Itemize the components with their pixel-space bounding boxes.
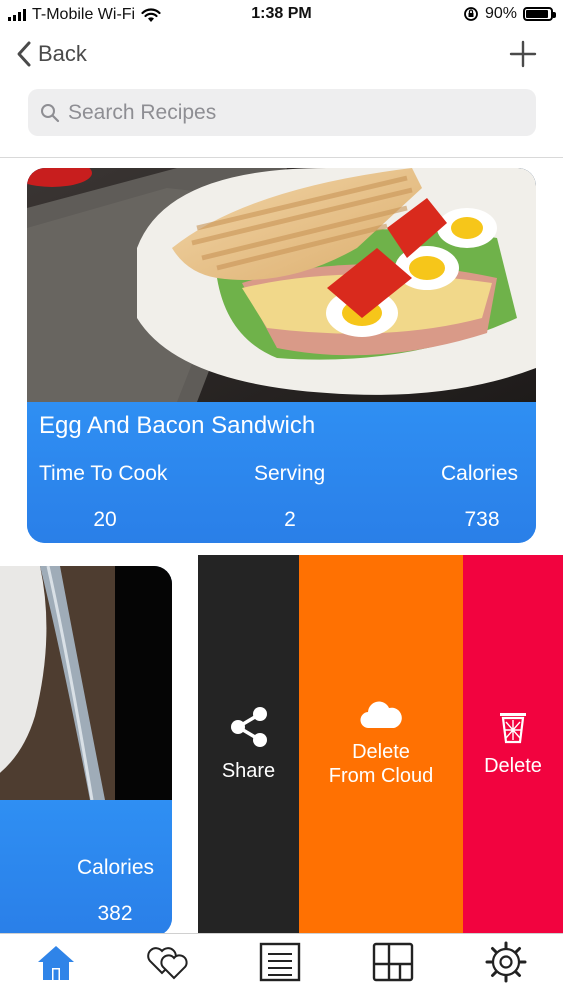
status-bar: T-Mobile Wi-Fi 1:38 PM 90% [0,0,563,32]
favorites-icon[interactable] [146,940,190,984]
settings-icon[interactable] [484,940,528,984]
status-right: 90% [463,5,556,23]
home-icon[interactable] [34,940,78,984]
time-label: Time To Cook [39,462,168,485]
recipe-card[interactable]: Calories 382 [0,566,172,936]
recipe-info: Egg And Bacon Sandwich Time To Cook Serv… [27,402,536,543]
search-icon [41,103,60,122]
recipe-card[interactable]: Egg And Bacon Sandwich Time To Cook Serv… [27,168,536,543]
list-icon[interactable] [258,940,302,984]
delete-label: Delete [484,755,542,777]
search-input[interactable] [68,100,508,125]
battery-icon [523,7,556,21]
search-bar[interactable] [28,89,536,136]
delete-button[interactable]: Delete [463,555,563,933]
calories-value: 738 [464,508,500,531]
delete-cloud-label-line2: From Cloud [328,765,434,787]
recipe-photo [27,168,536,402]
recipe-info: Calories 382 [0,800,172,936]
share-icon [230,707,267,747]
plus-icon[interactable] [509,40,537,68]
delete-cloud-label-line1: Delete [352,741,410,763]
battery-percent: 90% [484,5,517,22]
calories-label: Calories [440,462,518,485]
grid-icon[interactable] [371,940,415,984]
recipe-title: Egg And Bacon Sandwich [39,412,316,439]
serving-label: Serving [254,462,326,485]
share-label: Share [221,760,276,782]
calories-value: 382 [97,902,133,925]
recipe-photo [0,566,172,800]
share-button[interactable]: Share [198,555,299,933]
back-button[interactable]: Back [16,40,87,68]
divider [0,157,563,158]
cloud-icon [360,701,402,729]
nav-bar: Back [0,32,563,82]
delete-from-cloud-button[interactable]: Delete From Cloud [299,555,463,933]
back-label: Back [38,41,87,66]
chevron-left-icon [17,41,31,67]
tab-bar [0,933,563,1000]
trash-icon [500,713,526,744]
calories-label: Calories [76,856,154,879]
orientation-lock-icon [464,7,478,21]
serving-value: 2 [284,508,296,531]
time-value: 20 [93,508,117,531]
